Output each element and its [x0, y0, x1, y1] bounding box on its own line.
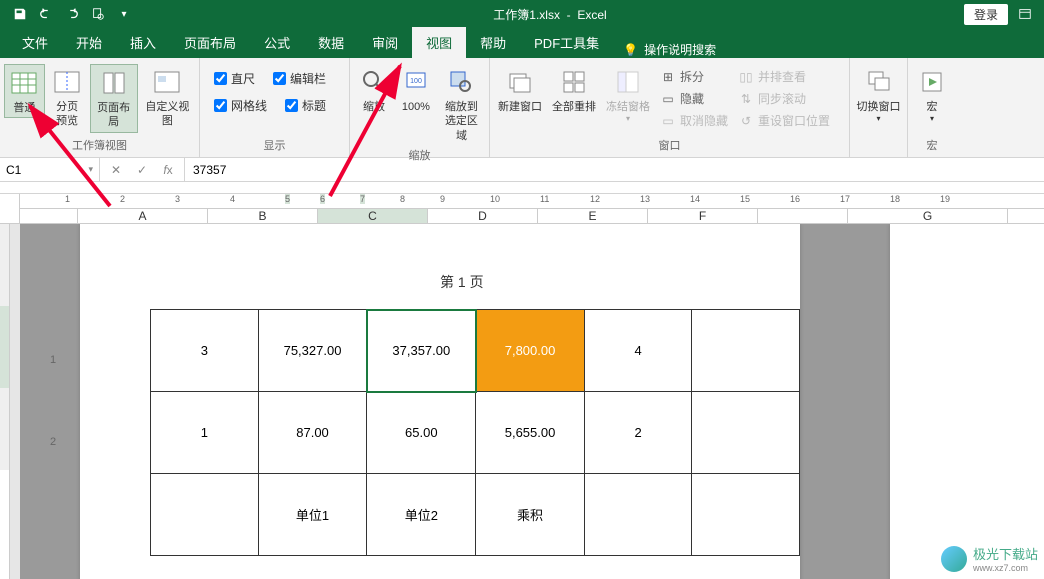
- tab-view[interactable]: 视图: [412, 27, 466, 58]
- horizontal-ruler: 12345678910111213141516171819: [20, 194, 1044, 209]
- gridlines-checkbox[interactable]: 网格线: [210, 95, 271, 116]
- split-button[interactable]: ⊞拆分: [656, 66, 732, 87]
- sync-scroll-button[interactable]: ⇅同步滚动: [734, 88, 834, 109]
- custom-views-icon: [151, 66, 183, 98]
- data-table[interactable]: 3 75,327.00 37,357.00 7,800.00 4 1 87.00…: [150, 309, 800, 556]
- insert-function-button[interactable]: fx: [158, 163, 178, 177]
- cancel-formula-button[interactable]: ✕: [106, 163, 126, 177]
- page-layout-icon: [98, 67, 130, 99]
- sync-scroll-icon: ⇅: [738, 91, 754, 107]
- side-by-side-icon: ▯▯: [738, 69, 754, 85]
- zoom-button[interactable]: 缩放: [354, 64, 394, 116]
- window-title: 工作簿1.xlsx - Excel: [136, 6, 964, 23]
- new-window-button[interactable]: 新建窗口: [494, 64, 546, 116]
- row-header-2[interactable]: 2: [50, 436, 56, 448]
- freeze-panes-button[interactable]: 冻结窗格▾: [602, 64, 654, 127]
- zoom-icon: [358, 66, 390, 98]
- col-F: F: [648, 209, 758, 223]
- lightbulb-icon: 💡: [623, 43, 638, 57]
- views-group-label: 工作簿视图: [4, 135, 195, 155]
- unhide-button[interactable]: ▭取消隐藏: [656, 110, 732, 131]
- table-row: 单位1 单位2 乘积: [151, 474, 800, 556]
- table-row: 3 75,327.00 37,357.00 7,800.00 4: [151, 310, 800, 392]
- zoom-100-button[interactable]: 100 100%: [396, 64, 436, 116]
- ribbon-display-options-icon[interactable]: [1012, 3, 1038, 25]
- normal-view-button[interactable]: 普通: [4, 64, 45, 118]
- row-header-1[interactable]: 1: [50, 354, 56, 366]
- zoom-100-icon: 100: [400, 66, 432, 98]
- window-group-label: 窗口: [494, 135, 845, 155]
- formula-input[interactable]: 37357: [185, 163, 1044, 177]
- tab-home[interactable]: 开始: [62, 27, 116, 58]
- tab-insert[interactable]: 插入: [116, 27, 170, 58]
- macros-button[interactable]: 宏▾: [912, 64, 952, 127]
- undo-button[interactable]: [34, 2, 58, 26]
- arrange-icon: [558, 66, 590, 98]
- col-G: G: [848, 209, 1008, 223]
- page-label: 第 1 页: [440, 272, 484, 292]
- login-button[interactable]: 登录: [964, 4, 1008, 25]
- watermark-logo-icon: [941, 546, 967, 572]
- switch-windows-button[interactable]: 切换窗口▾: [854, 64, 903, 127]
- qat-customize-icon[interactable]: ▾: [112, 2, 136, 26]
- custom-views-button[interactable]: 自定义视图: [140, 64, 195, 131]
- tab-file[interactable]: 文件: [8, 27, 62, 58]
- select-all-corner[interactable]: [0, 194, 20, 224]
- unhide-icon: ▭: [660, 113, 676, 129]
- tell-me-search[interactable]: 💡 操作说明搜索: [613, 41, 726, 58]
- hide-icon: ▭: [660, 91, 676, 107]
- hide-button[interactable]: ▭隐藏: [656, 88, 732, 109]
- name-box-dropdown-icon[interactable]: ▾: [88, 164, 93, 175]
- zoom-to-selection-button[interactable]: 缩放到 选定区域: [438, 64, 485, 145]
- tab-pdf-tools[interactable]: PDF工具集: [520, 27, 613, 58]
- switch-windows-icon: [863, 66, 895, 98]
- tab-review[interactable]: 审阅: [358, 27, 412, 58]
- tab-data[interactable]: 数据: [304, 27, 358, 58]
- tab-help[interactable]: 帮助: [466, 27, 520, 58]
- formula-bar-checkbox[interactable]: 编辑栏: [269, 68, 330, 89]
- col-B: B: [208, 209, 318, 223]
- save-button[interactable]: [8, 2, 32, 26]
- print-preview-button[interactable]: [86, 2, 110, 26]
- macros-group-label: 宏: [912, 135, 952, 155]
- new-window-icon: [504, 66, 536, 98]
- tab-formulas[interactable]: 公式: [250, 27, 304, 58]
- col-D: D: [428, 209, 538, 223]
- macros-icon: [916, 66, 948, 98]
- tab-page-layout[interactable]: 页面布局: [170, 27, 250, 58]
- headings-checkbox[interactable]: 标题: [281, 95, 330, 116]
- watermark: 极光下载站 www.xz7.com: [941, 544, 1038, 573]
- svg-text:100: 100: [410, 78, 422, 85]
- arrange-all-button[interactable]: 全部重排: [548, 64, 600, 116]
- col-C: C: [318, 209, 428, 223]
- page-layout-view-button[interactable]: 页面布局: [90, 64, 138, 133]
- page-break-icon: [51, 66, 83, 98]
- worksheet-canvas[interactable]: 1 2 第 1 页 3 75,327.00 37,357.00 7,800.00…: [20, 224, 1044, 579]
- page-2: [890, 224, 1044, 579]
- freeze-icon: [612, 66, 644, 98]
- highlighted-cell[interactable]: 7,800.00: [476, 310, 585, 392]
- name-box[interactable]: C1 ▾: [0, 158, 100, 181]
- page-1: 第 1 页 3 75,327.00 37,357.00 7,800.00 4 1…: [80, 224, 800, 579]
- normal-view-icon: [8, 67, 40, 99]
- selected-cell[interactable]: 37,357.00: [367, 310, 476, 392]
- table-row: 1 87.00 65.00 5,655.00 2: [151, 392, 800, 474]
- zoom-selection-icon: [445, 66, 477, 98]
- show-group-label: 显示: [204, 135, 345, 155]
- ruler-checkbox[interactable]: 直尺: [210, 68, 259, 89]
- reset-window-pos-button[interactable]: ↺重设窗口位置: [734, 110, 834, 131]
- col-E: E: [538, 209, 648, 223]
- split-icon: ⊞: [660, 69, 676, 85]
- redo-button[interactable]: [60, 2, 84, 26]
- page-break-preview-button[interactable]: 分页 预览: [47, 64, 88, 131]
- view-side-by-side-button[interactable]: ▯▯并排查看: [734, 66, 834, 87]
- col-A: A: [78, 209, 208, 223]
- vertical-ruler: [0, 224, 10, 579]
- column-headers[interactable]: A B C D E F G: [20, 209, 1044, 224]
- enter-formula-button[interactable]: ✓: [132, 163, 152, 177]
- reset-pos-icon: ↺: [738, 113, 754, 129]
